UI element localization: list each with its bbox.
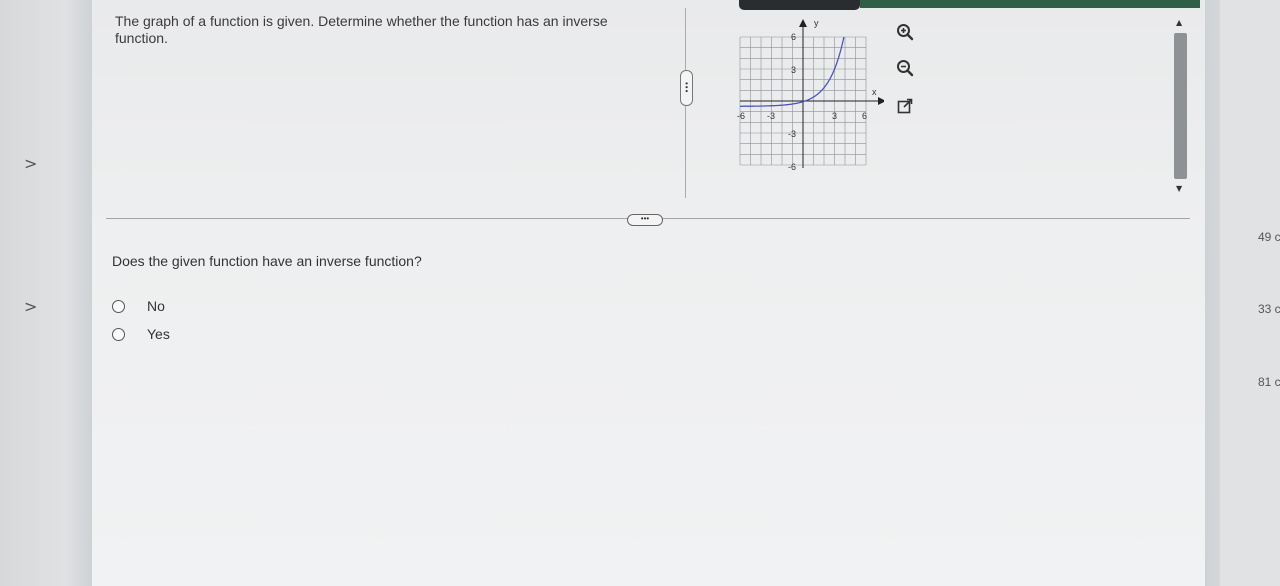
score-label: 49 c (1258, 230, 1280, 244)
expand-chevron-icon[interactable]: > (24, 154, 37, 173)
scrollbar-thumb[interactable] (1174, 33, 1187, 179)
left-rail (0, 0, 92, 586)
question-instruction: The graph of a function is given. Determ… (115, 13, 608, 46)
y-axis (799, 19, 807, 168)
radio-button[interactable] (112, 327, 125, 341)
x-tick-label: -3 (767, 111, 775, 121)
score-column (1220, 0, 1280, 586)
x-tick-label: -6 (737, 111, 745, 121)
external-link-icon[interactable] (895, 96, 915, 116)
vertical-splitter-handle[interactable]: ••• (680, 70, 693, 106)
option-yes[interactable]: Yes (112, 326, 170, 342)
x-tick-label: 3 (832, 111, 837, 121)
y-tick-label: 3 (791, 65, 796, 75)
scroll-down-arrow-icon[interactable]: ▼ (1176, 184, 1182, 193)
score-label: 81 c (1258, 375, 1280, 389)
zoom-out-icon[interactable] (895, 58, 915, 78)
zoom-in-icon[interactable] (895, 22, 915, 42)
option-label: Yes (147, 326, 170, 342)
x-axis-label: x (872, 87, 877, 97)
y-tick-label: 6 (791, 32, 796, 42)
horizontal-splitter-handle[interactable]: ••• (627, 214, 663, 226)
question-panel (92, 0, 1205, 586)
y-tick-label: -3 (788, 129, 796, 139)
option-label: No (147, 298, 165, 314)
y-tick-label: -6 (788, 162, 796, 172)
question-prompt: Does the given function have an inverse … (112, 253, 422, 269)
radio-button[interactable] (112, 299, 125, 313)
scroll-up-arrow-icon[interactable]: ▲ (1176, 18, 1182, 27)
top-accent-bar (860, 0, 1200, 8)
function-graph: y x -6 -3 3 6 6 3 -3 -6 (737, 18, 884, 172)
y-axis-label: y (814, 18, 819, 28)
top-tab (739, 0, 860, 10)
option-no[interactable]: No (112, 298, 165, 314)
score-label: 33 c (1258, 302, 1280, 316)
expand-chevron-icon[interactable]: > (24, 297, 37, 316)
x-tick-label: 6 (862, 111, 867, 121)
